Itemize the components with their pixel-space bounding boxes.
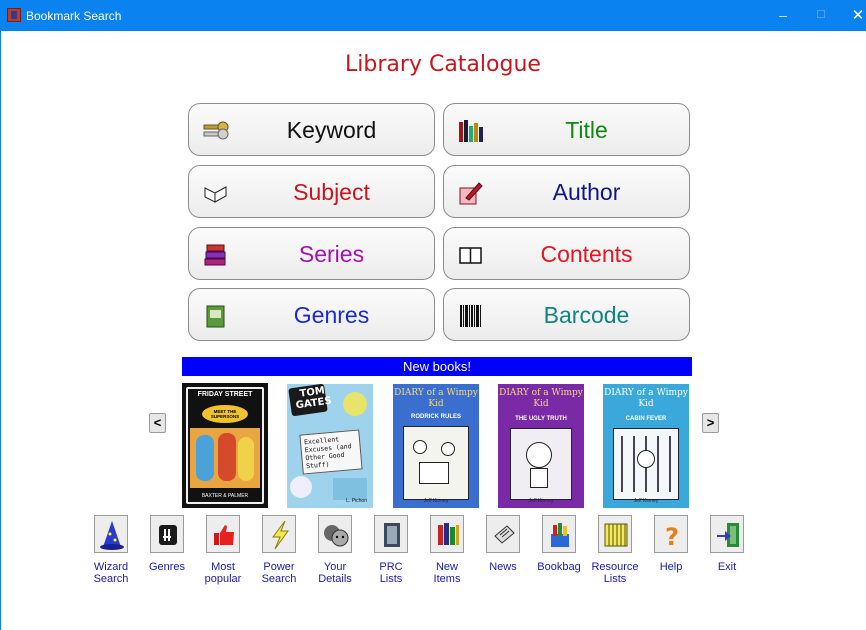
resource-shelf-icon <box>598 515 632 553</box>
genres-tool-button[interactable]: Genres <box>140 515 194 573</box>
bookbag-icon <box>542 515 576 553</box>
barcode-search-button[interactable]: Barcode <box>443 288 690 341</box>
book-subtitle: Excellent Excuses (and Other Good Stuff) <box>299 429 363 475</box>
bookbag-button[interactable]: Bookbag <box>532 515 586 573</box>
question-icon: ? <box>654 515 688 553</box>
book-subtitle: CABIN FEVER <box>625 416 667 422</box>
title-search-button[interactable]: Title <box>443 103 690 156</box>
resource-lists-button[interactable]: Resource Lists <box>588 515 642 585</box>
tool-label: Exit <box>717 561 737 573</box>
tool-label: Power Search <box>261 561 297 585</box>
book-author: L. Pichon <box>346 498 367 504</box>
subject-label: Subject <box>293 179 370 205</box>
book-subtitle: THE UGLY TRUTH <box>515 416 567 422</box>
contents-label: Contents <box>540 241 633 267</box>
book-cover[interactable]: TOM GATES Excellent Excuses (and Other G… <box>287 384 373 508</box>
book-title: FRIDAY STREET <box>197 391 253 398</box>
genres-label: Genres <box>293 302 370 328</box>
book-cover[interactable]: DIARY of a Wimpy Kid CABIN FEVER Jeff Ki… <box>603 384 689 508</box>
tool-label: Most popular <box>204 561 242 585</box>
book-cover[interactable]: DIARY of a Wimpy Kid THE UGLY TRUTH Jeff… <box>498 384 584 508</box>
window-title: Bookmark Search <box>26 9 122 23</box>
next-books-button[interactable]: > <box>702 413 719 433</box>
barcode-label: Barcode <box>543 302 630 328</box>
green-book-icon <box>206 305 225 328</box>
tool-label: News <box>489 561 517 573</box>
help-button[interactable]: ? Help <box>644 515 698 573</box>
thumbs-up-icon <box>206 515 240 553</box>
svg-text:?: ? <box>665 523 679 551</box>
wizard-search-button[interactable]: Wizard Search <box>84 515 138 585</box>
minimize-button[interactable]: – <box>768 0 798 31</box>
series-label: Series <box>298 241 365 267</box>
faces-icon <box>318 515 352 553</box>
exit-door-icon <box>710 515 744 553</box>
book-author: BAXTER & PALMER <box>201 493 249 499</box>
tool-label: Your Details <box>318 561 352 585</box>
keyword-label: Keyword <box>286 117 377 143</box>
tool-label: Bookbag <box>537 561 581 573</box>
book-list-icon <box>374 515 408 553</box>
open-book-icon <box>204 186 227 203</box>
subject-search-button[interactable]: Subject <box>188 165 435 218</box>
tool-label: Resource Lists <box>591 561 639 585</box>
close-button[interactable]: ✕ <box>843 0 866 31</box>
tool-label: Help <box>659 561 683 573</box>
series-search-button[interactable]: Series <box>188 227 435 280</box>
books-shelf-icon <box>459 120 483 142</box>
book-cover[interactable]: DIARY of a Wimpy Kid RODRICK RULES Jeff … <box>393 384 479 508</box>
app-icon <box>7 8 21 22</box>
genres-icon <box>150 515 184 553</box>
book-title: TOM GATES <box>295 385 333 412</box>
new-books-icon <box>430 515 464 553</box>
new-items-button[interactable]: New Items <box>420 515 474 585</box>
prev-books-button[interactable]: < <box>149 413 166 433</box>
tool-label: Wizard Search <box>93 561 129 585</box>
barcode-icon <box>460 305 481 327</box>
author-search-button[interactable]: Author <box>443 165 690 218</box>
newspaper-icon <box>486 515 520 553</box>
exit-button[interactable]: Exit <box>700 515 754 573</box>
contents-book-icon <box>459 247 482 264</box>
prc-lists-button[interactable]: PRC Lists <box>364 515 418 585</box>
tool-label: New Items <box>433 561 461 585</box>
window-title-bar[interactable]: Bookmark Search – ☐ ✕ <box>0 0 866 31</box>
news-button[interactable]: News <box>476 515 530 573</box>
title-label: Title <box>565 117 608 143</box>
tool-label: Genres <box>148 561 186 573</box>
genres-search-button[interactable]: Genres <box>188 288 435 341</box>
key-icon <box>203 121 229 140</box>
book-title: DIARY of a Wimpy Kid <box>499 388 583 409</box>
book-author: Jeff Kinney <box>528 498 554 504</box>
window-border <box>0 31 1 630</box>
your-details-button[interactable]: Your Details <box>308 515 362 585</box>
most-popular-button[interactable]: Most popular <box>196 515 250 585</box>
new-books-header: New books! <box>182 357 692 376</box>
book-title: DIARY of a Wimpy Kid <box>604 388 688 409</box>
contents-search-button[interactable]: Contents <box>443 227 690 280</box>
power-search-button[interactable]: Power Search <box>252 515 306 585</box>
stacked-books-icon <box>204 244 226 266</box>
book-author: Jeff Kinney <box>423 498 449 504</box>
lightning-icon <box>262 515 296 553</box>
book-cover[interactable]: FRIDAY STREET MEET THE SUPERSONS BAXTER … <box>182 383 268 508</box>
book-title: DIARY of a Wimpy Kid <box>394 388 478 409</box>
pen-writing-icon <box>459 182 483 205</box>
keyword-search-button[interactable]: Keyword <box>188 103 435 156</box>
book-subtitle: RODRICK RULES <box>410 414 461 420</box>
author-label: Author <box>552 179 621 205</box>
maximize-button[interactable]: ☐ <box>806 0 836 31</box>
book-subtitle: MEET THE SUPERSONS <box>202 405 248 423</box>
wizard-hat-icon <box>94 515 128 553</box>
page-title: Library Catalogue <box>345 52 541 77</box>
tool-label: PRC Lists <box>379 561 403 585</box>
book-author: Jeff Kinney <box>633 498 659 504</box>
